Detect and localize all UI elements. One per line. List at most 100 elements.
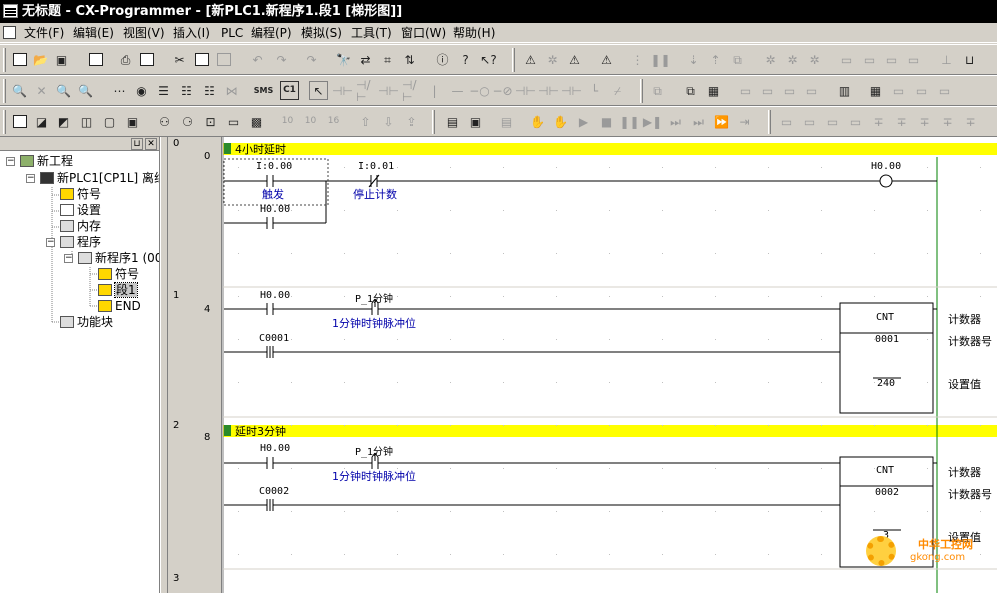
program-mode-icon[interactable]: ✲ xyxy=(761,50,780,69)
tree-section1[interactable]: 段1 xyxy=(98,282,138,298)
toolbar-grip[interactable] xyxy=(512,48,515,72)
breakpoint-icon[interactable]: ✋ xyxy=(528,112,547,131)
contact-address[interactable]: C0002 xyxy=(259,486,289,497)
context-help-icon[interactable]: ↖? xyxy=(479,50,498,69)
address-window-icon[interactable]: ▭ xyxy=(889,81,908,100)
instruction-name[interactable]: CNT xyxy=(876,465,894,476)
compile-icon[interactable]: ✲ xyxy=(543,50,562,69)
help-icon[interactable]: ? xyxy=(456,50,475,69)
menu-edit[interactable]: 编辑(E) xyxy=(71,23,116,43)
expand-project-toggle[interactable]: − xyxy=(6,157,15,166)
contact-address[interactable]: C0001 xyxy=(259,333,289,344)
online-icon[interactable]: ⚠ xyxy=(597,50,616,69)
c1-icon[interactable]: C1 xyxy=(280,81,299,100)
stop-icon[interactable]: ■ xyxy=(597,112,616,131)
project-window-icon[interactable]: ▭ xyxy=(912,81,931,100)
plc-setup-icon[interactable]: ▭ xyxy=(882,50,901,69)
play-icon[interactable]: ▶ xyxy=(574,112,593,131)
line-delete-icon[interactable]: ⌿ xyxy=(608,81,627,100)
decimal-10-icon[interactable]: 10 xyxy=(301,112,320,131)
tree-settings[interactable]: 设置 xyxy=(60,202,101,218)
branch-3-icon[interactable]: ∓ xyxy=(915,112,934,131)
branch-4-icon[interactable]: ∓ xyxy=(938,112,957,131)
cross-reference-icon[interactable]: ⌗ xyxy=(378,50,397,69)
contact-address[interactable]: I:0.01 xyxy=(358,161,394,172)
simulation-icon[interactable]: ▤ xyxy=(443,112,462,131)
pause-icon[interactable]: ❚❚ xyxy=(619,112,639,131)
io-comment-icon[interactable]: ☷ xyxy=(200,81,219,100)
watch-window-icon[interactable]: ▥ xyxy=(835,81,854,100)
mnemonic-view-icon[interactable]: ◪ xyxy=(32,112,51,131)
zoom-fit-icon[interactable]: ✕ xyxy=(32,81,51,100)
tree-program-symbols[interactable]: 符号 xyxy=(98,266,139,282)
menu-file[interactable]: 文件(F) xyxy=(22,23,66,43)
toolbar-grip[interactable] xyxy=(768,110,771,134)
contact-nc-icon[interactable]: ⊣/⊢ xyxy=(356,79,375,103)
io-2-icon[interactable]: ▭ xyxy=(800,112,819,131)
compare-icon[interactable]: ⧉ xyxy=(728,50,747,69)
transfer-edit-icon[interactable]: ⧉ xyxy=(681,81,700,100)
menu-view[interactable]: 视图(V) xyxy=(121,23,167,43)
cancel-edit-icon[interactable]: ▦ xyxy=(704,81,723,100)
rung-list-icon[interactable]: ☷ xyxy=(177,81,196,100)
output-window-icon[interactable]: ▦ xyxy=(866,81,885,100)
print-icon[interactable]: ⎙ xyxy=(116,50,135,69)
simulation-setup-icon[interactable]: ▣ xyxy=(466,112,485,131)
instruction-icon[interactable]: ⊣⊢ xyxy=(515,81,536,100)
find-icon[interactable]: 🔭 xyxy=(334,50,353,69)
undo-icon[interactable]: ↶ xyxy=(248,50,267,69)
find-rung-icon[interactable]: ⚆ xyxy=(178,112,197,131)
address-reference-icon[interactable]: ⇅ xyxy=(400,50,419,69)
goto-icon[interactable]: ⊡ xyxy=(201,112,220,131)
expand-plc-toggle[interactable]: − xyxy=(26,174,35,183)
grid-icon[interactable]: ⋯ xyxy=(110,81,129,100)
branch-5-icon[interactable]: ∓ xyxy=(961,112,980,131)
io-4-icon[interactable]: ▭ xyxy=(846,112,865,131)
menu-help[interactable]: 帮助(H) xyxy=(451,23,497,43)
step-over-icon[interactable]: ⏭ xyxy=(666,112,685,131)
instruction-operand[interactable]: 0001 xyxy=(875,334,899,345)
monitor-mode-icon[interactable]: ✲ xyxy=(805,50,824,69)
document-icon[interactable] xyxy=(3,26,16,39)
pid-icon[interactable]: ⊣⊢ xyxy=(561,81,582,100)
tree-project[interactable]: 新工程 xyxy=(20,153,73,169)
simulation-window-icon[interactable]: ▤ xyxy=(497,112,516,131)
instruction-operand[interactable]: 240 xyxy=(877,378,895,389)
io-icon[interactable]: ▭ xyxy=(777,112,796,131)
menu-tools[interactable]: 工具(T) xyxy=(349,23,394,43)
toolbar-grip[interactable] xyxy=(432,110,435,134)
tree-symbols[interactable]: 符号 xyxy=(60,186,101,202)
menu-plc[interactable]: PLC xyxy=(219,23,245,43)
coil-address[interactable]: H0.00 xyxy=(871,161,901,172)
pause-transfer-icon[interactable]: ❚❚ xyxy=(650,50,670,69)
rung-icon[interactable]: ⚇ xyxy=(155,112,174,131)
branch-icon[interactable]: ∓ xyxy=(869,112,888,131)
download-data-icon[interactable]: ⇩ xyxy=(379,112,398,131)
save-icon[interactable]: ▣ xyxy=(52,50,71,69)
warning-icon[interactable]: ⚠ xyxy=(521,50,540,69)
contact-or-nc-icon[interactable]: ⊣/⊢ xyxy=(402,79,421,103)
io-3-icon[interactable]: ▭ xyxy=(823,112,842,131)
redo-2-icon[interactable]: ↷ xyxy=(302,50,321,69)
compare-data-icon[interactable]: ⇪ xyxy=(402,112,421,131)
copy-icon[interactable] xyxy=(192,50,211,69)
ladder-editor[interactable]: 0 0 1 4 2 8 3 4小时延时 延时3分钟 I:0.00 触发 I:0.… xyxy=(168,137,997,593)
force-off-icon[interactable]: ▭ xyxy=(758,81,777,100)
plc-info-icon[interactable]: ▭ xyxy=(860,50,879,69)
contact-address[interactable]: H0.00 xyxy=(260,204,290,215)
run-mode-icon[interactable]: ▭ xyxy=(837,50,856,69)
coil-icon[interactable]: −○ xyxy=(469,81,490,100)
branch-2-icon[interactable]: ∓ xyxy=(892,112,911,131)
end-icon[interactable]: ⇥ xyxy=(735,112,754,131)
contact-address[interactable]: P_1分钟 xyxy=(355,290,393,305)
transfer-icon[interactable]: ⋮ xyxy=(628,50,647,69)
replace-icon[interactable]: ⇄ xyxy=(356,50,375,69)
contact-address[interactable]: P_1分钟 xyxy=(355,443,393,458)
skip-icon[interactable]: ⏭ xyxy=(689,112,708,131)
instruction-operand[interactable]: 0002 xyxy=(875,487,899,498)
zoom-in-icon[interactable]: 🔍 xyxy=(54,81,73,100)
menu-program[interactable]: 编程(P) xyxy=(249,23,294,43)
tree-function-blocks[interactable]: 功能块 xyxy=(60,314,113,330)
zoom-icon[interactable]: 🔍 xyxy=(10,81,29,100)
contact-no-icon[interactable]: ⊣⊢ xyxy=(332,81,353,100)
